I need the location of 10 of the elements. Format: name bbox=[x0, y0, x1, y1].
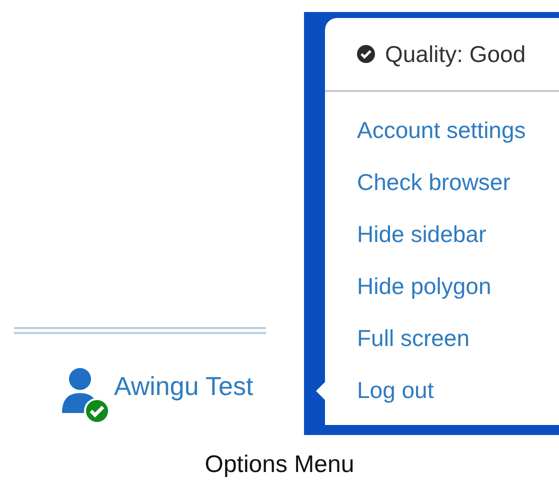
menu-item[interactable]: Hide sidebar bbox=[325, 208, 559, 260]
menu-item[interactable]: Log out bbox=[325, 364, 559, 416]
menu-item[interactable]: Account settings bbox=[325, 104, 559, 156]
menu-item[interactable]: Check browser bbox=[325, 156, 559, 208]
menu-item[interactable]: Full screen bbox=[325, 312, 559, 364]
quality-status: Quality: Good bbox=[385, 40, 526, 68]
user-name[interactable]: Awingu Test bbox=[114, 370, 254, 402]
menu-item[interactable]: Hide polygon bbox=[325, 260, 559, 312]
figure-caption: Options Menu bbox=[204, 451, 356, 479]
check-icon bbox=[356, 44, 376, 64]
